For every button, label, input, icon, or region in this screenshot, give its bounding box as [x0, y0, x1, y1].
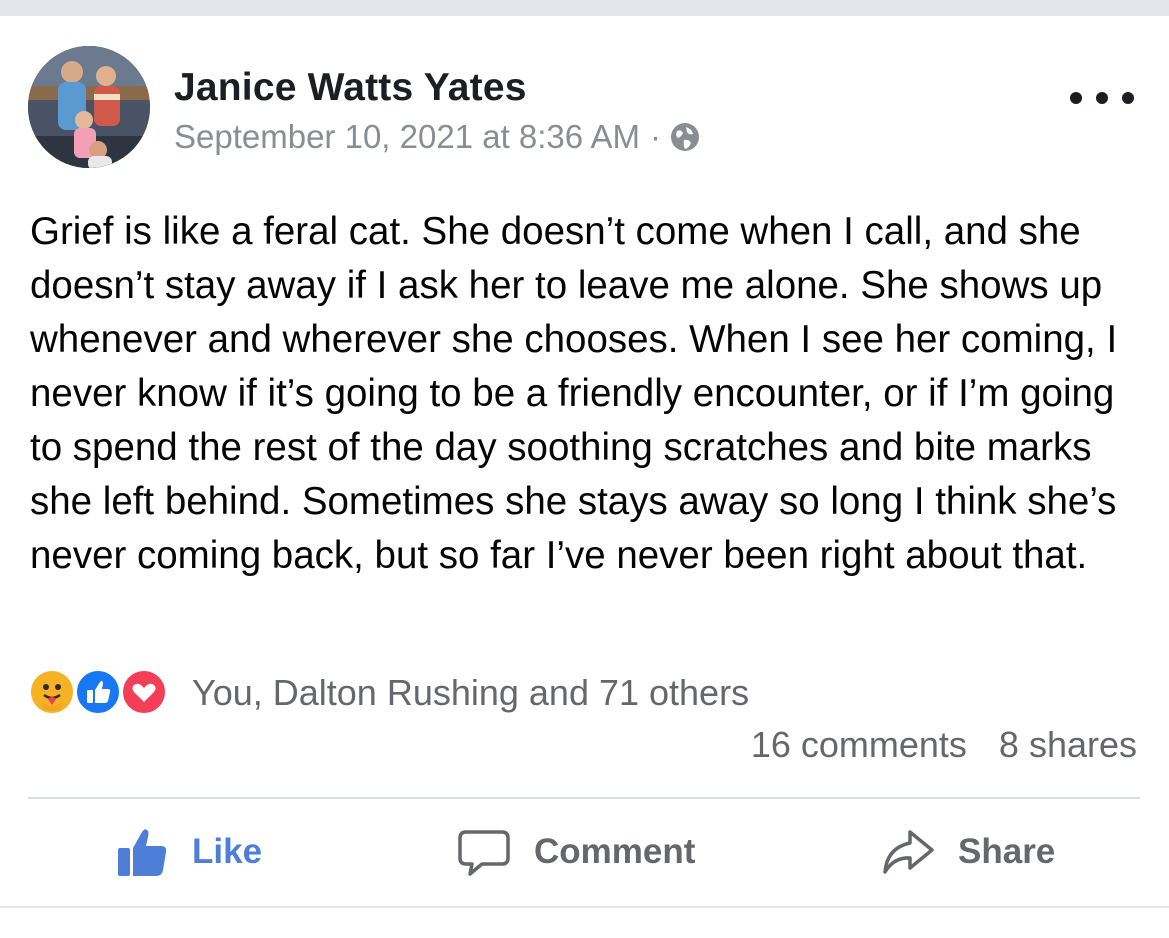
comment-count[interactable]: 16 comments [751, 724, 967, 766]
author-name[interactable]: Janice Watts Yates [174, 66, 527, 110]
love-reaction-icon [120, 668, 168, 716]
share-button[interactable]: Share [880, 822, 1055, 882]
engagement-counts: 16 comments 8 shares [751, 724, 1137, 766]
post-timestamp[interactable]: September 10, 2021 at 8:36 AM [174, 118, 640, 156]
comment-button[interactable]: Comment [456, 822, 695, 882]
avatar-photo [28, 46, 150, 168]
post-body: Grief is like a feral cat. She doesn’t c… [30, 210, 1118, 577]
more-dot [1122, 92, 1134, 104]
more-options-icon[interactable] [1070, 78, 1134, 118]
action-divider [28, 797, 1140, 799]
reactions-bar[interactable]: You, Dalton Rushing and 71 others [28, 668, 749, 718]
meta-separator: · [649, 118, 661, 155]
more-dot [1070, 92, 1082, 104]
reaction-icons [28, 668, 178, 718]
share-label: Share [958, 832, 1056, 871]
like-button[interactable]: Like [114, 822, 262, 882]
care-reaction-icon [28, 668, 76, 716]
like-label: Like [192, 832, 263, 871]
reaction-summary[interactable]: You, Dalton Rushing and 71 others [192, 672, 749, 714]
thumbs-up-icon [118, 829, 167, 876]
comment-label: Comment [534, 832, 696, 871]
more-dot [1096, 92, 1108, 104]
like-reaction-icon [74, 668, 122, 716]
author-avatar[interactable] [28, 46, 150, 168]
top-separator-strip [0, 0, 1169, 16]
share-count[interactable]: 8 shares [999, 724, 1137, 766]
post-meta: September 10, 2021 at 8:36 AM · [174, 118, 701, 156]
globe-icon [669, 121, 701, 153]
comment-bubble-icon [458, 830, 510, 876]
share-arrow-icon [883, 830, 934, 874]
bottom-separator [0, 906, 1169, 908]
